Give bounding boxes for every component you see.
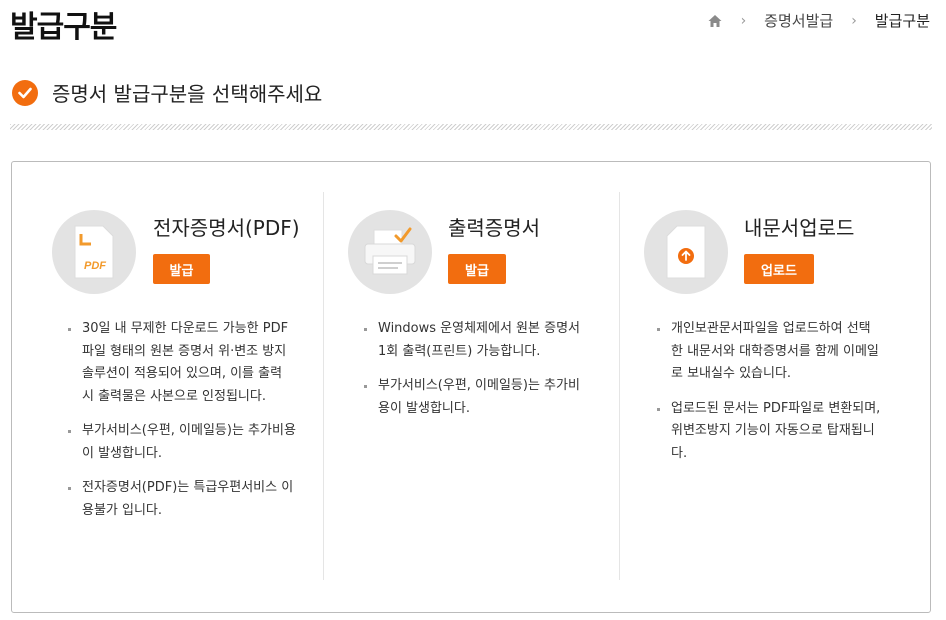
upload-button[interactable]: 업로드 [744,254,814,284]
pdf-icon-label: PDF [84,260,106,272]
option-description-list: 개인보관문서파일을 업로드하여 선택한 내문서와 대학증명서를 함께 이메일로 … [657,318,882,477]
option-title: 출력증명서 [448,216,540,240]
divider [10,124,932,130]
breadcrumb-item-current: 발급구분 [874,12,930,30]
section-heading: 증명서 발급구분을 선택해주세요 [12,78,322,107]
breadcrumb: › 증명서발급 › 발급구분 [707,10,930,31]
option-my-document-upload: 내문서업로드 업로드 개인보관문서파일을 업로드하여 선택한 내문서와 대학증명… [619,192,915,580]
option-electronic-certificate: PDF 전자증명서(PDF) 발급 30일 내 무제한 다운로드 가능한 PDF… [12,192,308,580]
list-item: 개인보관문서파일을 업로드하여 선택한 내문서와 대학증명서를 함께 이메일로 … [657,318,882,386]
check-circle-icon [12,79,38,106]
chevron-right-icon: › [851,12,857,29]
list-item: 전자증명서(PDF)는 특급우편서비스 이용불가 입니다. [68,477,298,522]
home-icon[interactable] [707,13,723,29]
list-item: 부가서비스(우편, 이메일등)는 추가비용이 발생합니다. [364,375,582,420]
issue-printed-button[interactable]: 발급 [448,254,506,284]
issue-electronic-button[interactable]: 발급 [153,254,210,284]
page-title: 발급구분 [10,10,117,45]
issue-type-panel: PDF 전자증명서(PDF) 발급 30일 내 무제한 다운로드 가능한 PDF… [11,161,931,613]
chevron-right-icon: › [740,12,747,29]
option-title: 내문서업로드 [744,216,855,240]
option-description-list: 30일 내 무제한 다운로드 가능한 PDF 파일 형태의 원본 증명서 위·변… [68,318,298,534]
printer-icon [348,210,432,294]
list-item: 부가서비스(우편, 이메일등)는 추가비용이 발생합니다. [68,420,298,465]
list-item: 업로드된 문서는 PDF파일로 변환되며, 위변조방지 기능이 자동으로 탑재됩… [657,398,882,466]
pdf-document-icon: PDF [52,210,136,294]
section-heading-text: 증명서 발급구분을 선택해주세요 [52,82,323,106]
option-title: 전자증명서(PDF) [153,216,300,240]
option-printed-certificate: 출력증명서 발급 Windows 운영체제에서 원본 증명서 1회 출력(프린트… [323,192,619,580]
list-item: Windows 운영체제에서 원본 증명서 1회 출력(프린트) 가능합니다. [364,318,582,363]
breadcrumb-item-certificate-issue[interactable]: 증명서발급 [764,10,833,31]
option-description-list: Windows 운영체제에서 원본 증명서 1회 출력(프린트) 가능합니다. … [364,318,582,432]
upload-document-icon [644,210,728,294]
list-item: 30일 내 무제한 다운로드 가능한 PDF 파일 형태의 원본 증명서 위·변… [68,318,298,408]
